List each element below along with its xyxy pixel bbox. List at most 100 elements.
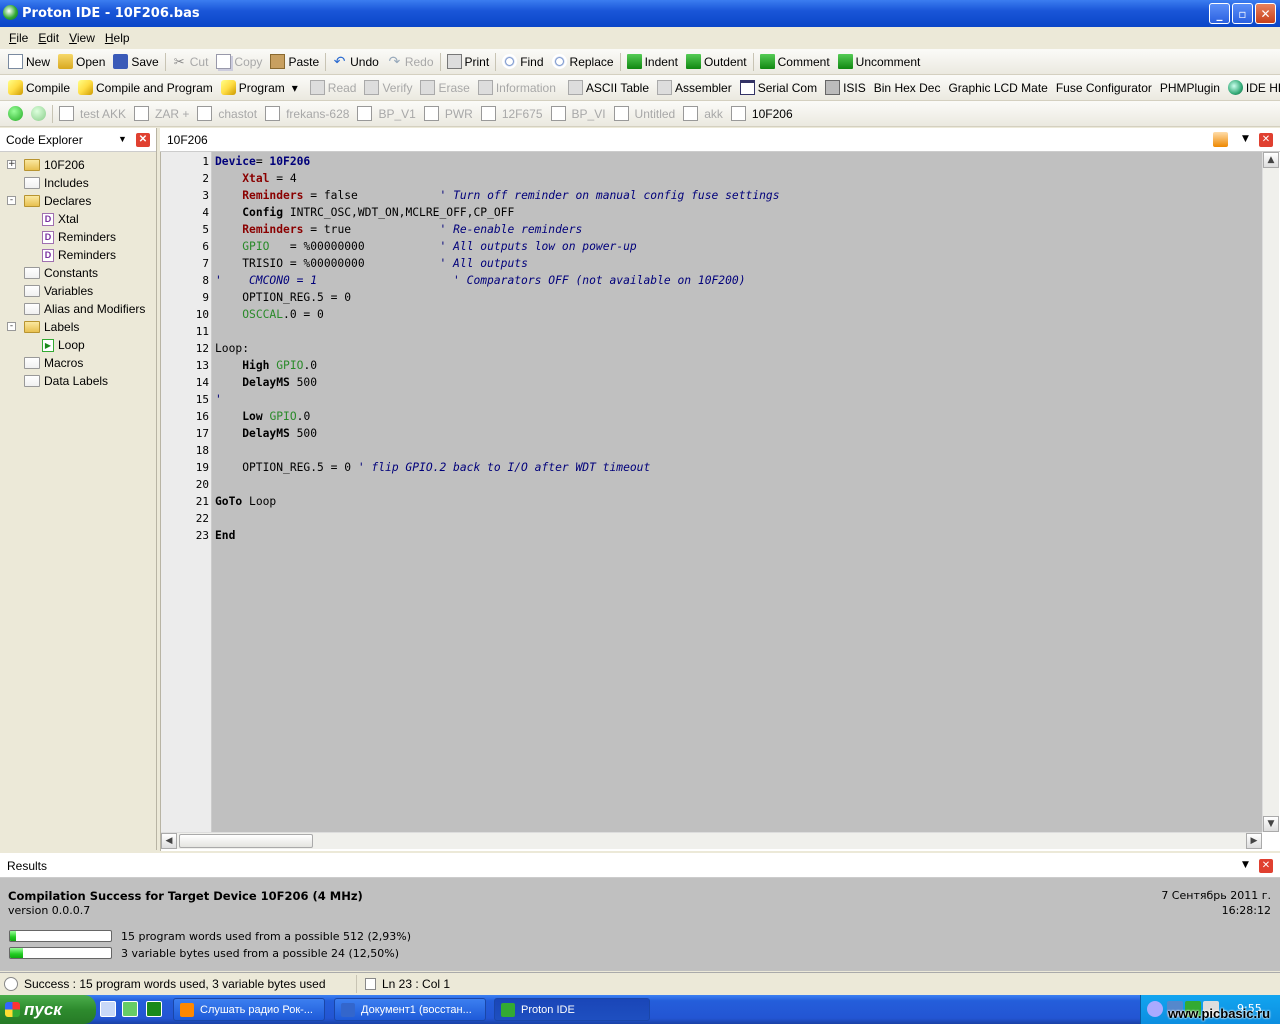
maximize-button[interactable]: ▫ [1232, 3, 1253, 24]
file-tab-bp-v1[interactable]: BP_V1 [353, 103, 419, 125]
code-line[interactable]: OSCCAL.0 = 0 [215, 308, 324, 321]
close-editor-button[interactable]: ✕ [1259, 133, 1273, 147]
compile-button[interactable]: Compile [4, 77, 74, 99]
ascii-table-button[interactable]: ASCII Table [564, 77, 653, 99]
indent-button[interactable]: Indent [623, 51, 682, 73]
code-line[interactable]: GPIO = %00000000 ' All outputs low on po… [215, 240, 637, 253]
tree-node-includes[interactable]: Includes [24, 174, 89, 192]
menu-view[interactable]: View [64, 31, 100, 45]
ide-hex-view-button[interactable]: IDE HEX View... [1224, 77, 1280, 99]
save-button[interactable]: Save [109, 51, 162, 73]
code-line[interactable]: Reminders = false ' Turn off reminder on… [215, 189, 779, 202]
code-line[interactable]: ' CMCON0 = 1 ' Comparators OFF (not avai… [215, 274, 746, 287]
print-button[interactable]: Print [443, 51, 494, 73]
tree-node-10f206[interactable]: 10F206 [24, 156, 85, 174]
code-line[interactable]: DelayMS 500 [215, 376, 317, 389]
file-tab-12f675[interactable]: 12F675 [477, 103, 547, 125]
replace-button[interactable]: Replace [548, 51, 618, 73]
close-explorer-button[interactable]: ✕ [136, 133, 150, 147]
uncomment-button[interactable]: Uncomment [834, 51, 925, 73]
code-line[interactable]: Low GPIO.0 [215, 410, 310, 423]
code-line[interactable]: Xtal = 4 [215, 172, 296, 185]
menu-file[interactable]: File [4, 31, 33, 45]
horizontal-scroll-thumb[interactable] [179, 834, 313, 848]
code-line[interactable]: High GPIO.0 [215, 359, 317, 372]
close-window-button[interactable]: ✕ [1255, 3, 1276, 24]
paste-button[interactable]: Paste [266, 51, 323, 73]
chevron-down-icon[interactable]: ▼ [1242, 860, 1249, 870]
assembler-button[interactable]: Assembler [653, 77, 736, 99]
comment-button[interactable]: Comment [756, 51, 834, 73]
code-line[interactable]: End [215, 529, 235, 542]
tree-node-loop[interactable]: ▶ Loop [42, 336, 85, 354]
file-tab-untitled[interactable]: Untitled [610, 103, 680, 125]
copy-button[interactable]: Copy [212, 51, 266, 73]
tree-node-variables[interactable]: Variables [24, 282, 93, 300]
code-line[interactable]: Device= 10F206 [215, 155, 310, 168]
collapse-minus-icon[interactable]: - [7, 196, 16, 205]
tree-node-alias-and-modifiers[interactable]: Alias and Modifiers [24, 300, 145, 318]
close-results-button[interactable]: ✕ [1259, 859, 1273, 873]
editor-tab-label[interactable]: 10F206 [167, 133, 208, 147]
fuse-configurator-button[interactable]: Fuse Configurator [1052, 77, 1156, 99]
show-desktop-icon[interactable] [100, 1001, 116, 1017]
editor-options-icon[interactable] [1213, 132, 1228, 147]
minimize-button[interactable]: _ [1209, 3, 1230, 24]
quicklaunch-app-icon[interactable] [122, 1001, 138, 1017]
file-tab-bp-vi[interactable]: BP_VI [547, 103, 610, 125]
tree-node-labels[interactable]: Labels [24, 318, 79, 336]
tree-node-reminders[interactable]: D Reminders [42, 246, 116, 264]
file-tab-frekans-628[interactable]: frekans-628 [261, 103, 353, 125]
code-line[interactable]: OPTION_REG.5 = 0 [215, 291, 351, 304]
code-line[interactable]: ' [215, 393, 222, 406]
menu-edit[interactable]: Edit [33, 31, 64, 45]
tree-node-declares[interactable]: Declares [24, 192, 91, 210]
file-tab-test-akk[interactable]: test AKK [55, 103, 130, 125]
outdent-button[interactable]: Outdent [682, 51, 751, 73]
file-tab-chastot[interactable]: chastot [193, 103, 261, 125]
open-button[interactable]: Open [54, 51, 109, 73]
code-line[interactable]: DelayMS 500 [215, 427, 317, 440]
file-tab-akk[interactable]: akk [679, 103, 727, 125]
collapse-minus-icon[interactable]: - [7, 322, 16, 331]
quicklaunch-app2-icon[interactable] [146, 1001, 162, 1017]
start-button[interactable]: пуск [0, 995, 96, 1024]
tree-node-xtal[interactable]: D Xtal [42, 210, 79, 228]
information-button[interactable]: Information [474, 77, 560, 99]
file-tab-zar[interactable]: ZAR + [130, 103, 193, 125]
code-line[interactable]: Reminders = true ' Re-enable reminders [215, 223, 582, 236]
horizontal-scrollbar[interactable]: ◀ ▶ [161, 832, 1262, 849]
proton-app-icon[interactable] [3, 5, 18, 20]
tree-node-data-labels[interactable]: Data Labels [24, 372, 108, 390]
scroll-left-icon[interactable]: ◀ [161, 833, 177, 849]
new-button[interactable]: New [4, 51, 54, 73]
menu-help[interactable]: Help [100, 31, 135, 45]
bin-hex-dec-button[interactable]: Bin Hex Dec [870, 77, 945, 99]
code-line[interactable]: Config INTRC_OSC,WDT_ON,MCLRE_OFF,CP_OFF [215, 206, 514, 219]
graphic-lcd-mate-button[interactable]: Graphic LCD Mate [944, 77, 1051, 99]
undo-button[interactable]: ↶ Undo [328, 51, 383, 73]
tree-node-reminders[interactable]: D Reminders [42, 228, 116, 246]
chevron-down-icon[interactable]: ▼ [1242, 134, 1249, 144]
vertical-scrollbar[interactable]: ▲ ▼ [1262, 152, 1279, 832]
scroll-up-icon[interactable]: ▲ [1263, 152, 1279, 168]
chevron-down-icon[interactable]: ▾ [292, 81, 298, 95]
chevron-down-icon[interactable]: ▼ [118, 134, 127, 144]
code-line[interactable]: GoTo Loop [215, 495, 276, 508]
isis-button[interactable]: ISIS [821, 77, 870, 99]
tree-node-constants[interactable]: Constants [24, 264, 98, 282]
scroll-right-icon[interactable]: ▶ [1246, 833, 1262, 849]
serial-com-button[interactable]: Serial Com [736, 77, 821, 99]
nav-forward-button[interactable] [27, 103, 50, 125]
phmplugin-button[interactable]: PHMPlugin [1156, 77, 1224, 99]
code-line[interactable]: TRISIO = %00000000 ' All outputs [215, 257, 528, 270]
tree-node-macros[interactable]: Macros [24, 354, 83, 372]
scroll-down-icon[interactable]: ▼ [1263, 816, 1279, 832]
taskbar-task-3[interactable]: Proton IDE [494, 998, 650, 1021]
read-button[interactable]: Read [306, 77, 361, 99]
verify-button[interactable]: Verify [360, 77, 416, 99]
taskbar-task-1[interactable]: Слушать радио Рок-... [173, 998, 325, 1021]
file-tab-10f206[interactable]: 10F206 [727, 103, 797, 125]
redo-button[interactable]: ↷ Redo [383, 51, 438, 73]
nav-back-button[interactable] [4, 103, 27, 125]
